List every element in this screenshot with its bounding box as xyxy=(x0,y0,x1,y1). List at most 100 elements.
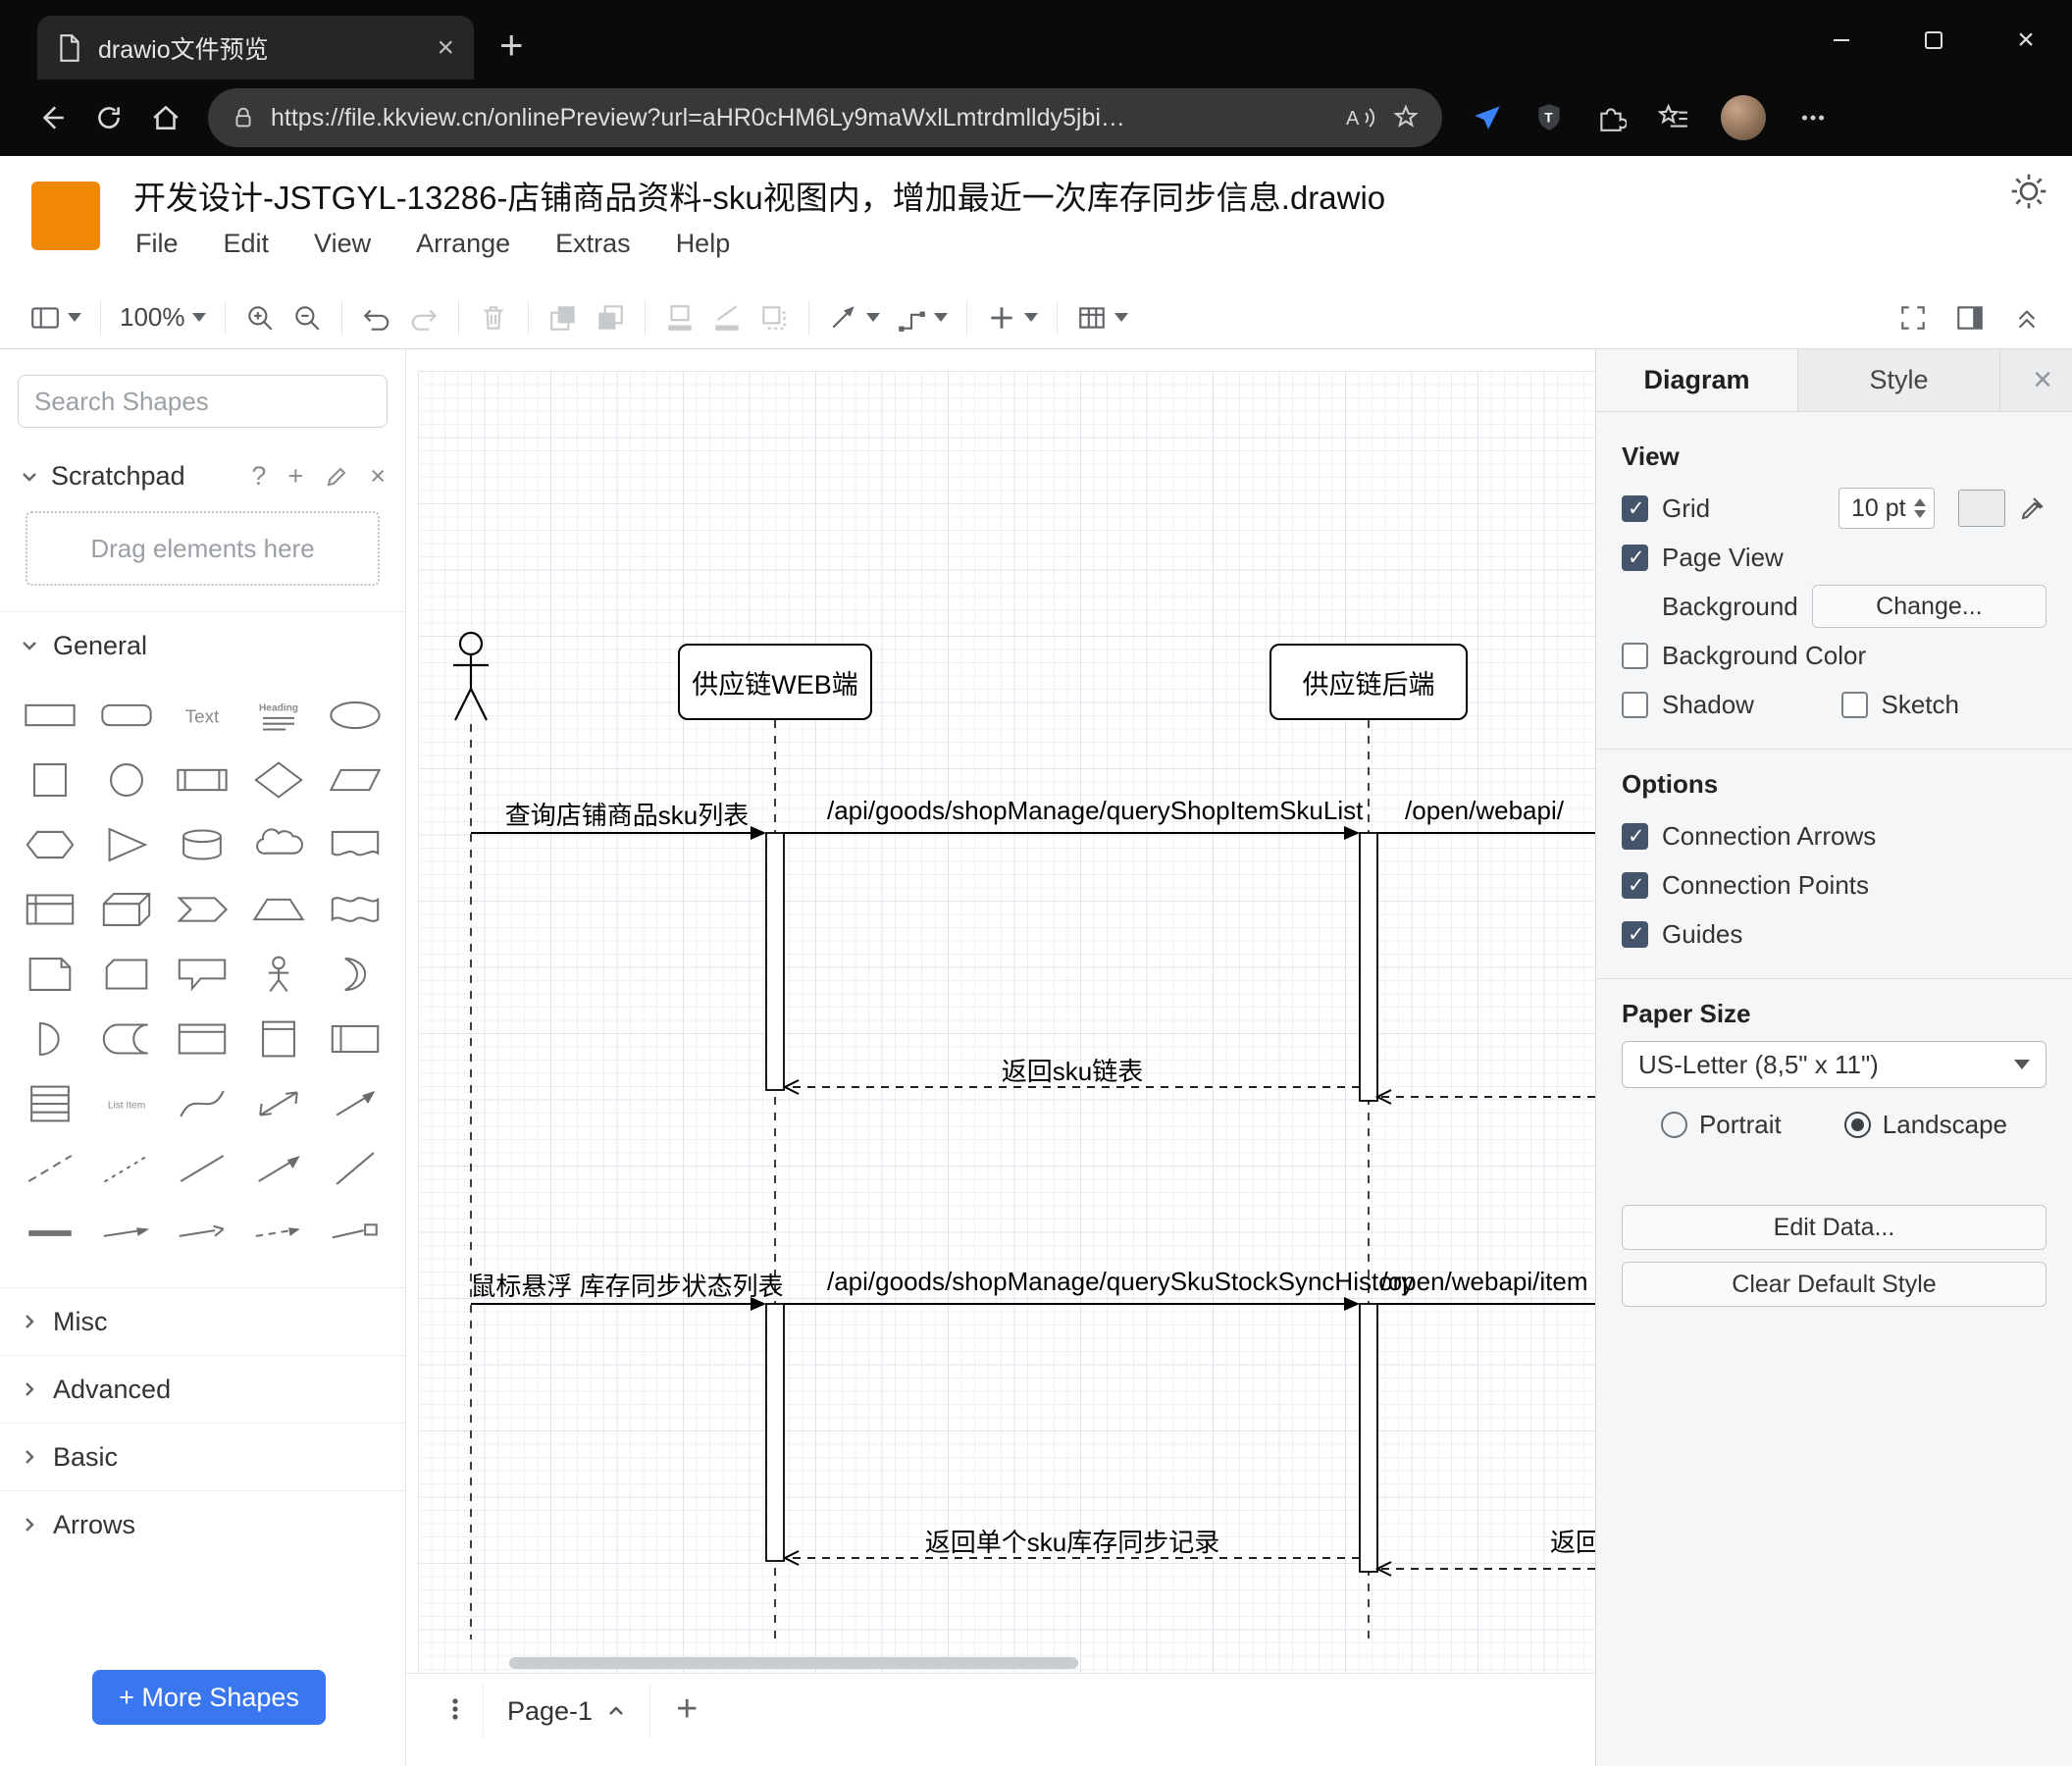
refresh-icon[interactable] xyxy=(80,89,137,146)
tab-style[interactable]: Style xyxy=(1798,349,2000,411)
section-arrows[interactable]: Arrows xyxy=(0,1491,405,1558)
menu-file[interactable]: File xyxy=(135,229,179,259)
shape-dashed-line[interactable] xyxy=(12,1136,88,1201)
favorites-hub-icon[interactable] xyxy=(1658,102,1689,133)
shape-data-storage[interactable] xyxy=(88,1007,165,1071)
change-background-button[interactable]: Change... xyxy=(1811,585,2046,628)
zoom-in-button[interactable] xyxy=(238,294,282,341)
shape-internal-storage[interactable] xyxy=(12,877,88,942)
shape-cloud[interactable] xyxy=(240,812,317,877)
section-advanced[interactable]: Advanced xyxy=(0,1356,405,1423)
horizontal-scrollbar[interactable] xyxy=(509,1657,1078,1669)
shape-or[interactable] xyxy=(317,942,393,1007)
page-view-checkbox[interactable] xyxy=(1622,544,1648,571)
window-minimize-button[interactable] xyxy=(1795,0,1888,79)
clear-default-style-button[interactable]: Clear Default Style xyxy=(1622,1262,2046,1307)
view-panels-button[interactable] xyxy=(24,294,87,341)
shape-actor[interactable] xyxy=(240,942,317,1007)
background-color-checkbox[interactable] xyxy=(1622,642,1648,669)
landscape-radio-option[interactable]: Landscape xyxy=(1843,1110,2007,1140)
shape-square[interactable] xyxy=(12,748,88,812)
home-icon[interactable] xyxy=(137,89,194,146)
shape-callout[interactable] xyxy=(165,942,241,1007)
lifeline-box-supply-chain-backend[interactable]: 供应链后端 xyxy=(1269,644,1468,720)
connection-style-dropdown[interactable] xyxy=(822,294,886,341)
shape-circle[interactable] xyxy=(88,748,165,812)
scratchpad-edit-icon[interactable] xyxy=(325,465,348,489)
grid-size-stepper[interactable] xyxy=(1914,498,1926,518)
shape-container[interactable] xyxy=(165,1007,241,1071)
shape-arrow-ne[interactable] xyxy=(240,1136,317,1201)
shape-hexagon[interactable] xyxy=(12,812,88,877)
insert-dropdown[interactable] xyxy=(980,294,1044,341)
section-misc[interactable]: Misc xyxy=(0,1288,405,1355)
message-label-api-query-shop-item-sku-list[interactable]: /api/goods/shopManage/queryShopItemSkuLi… xyxy=(827,796,1363,826)
search-input[interactable] xyxy=(34,386,363,417)
more-shapes-button[interactable]: + More Shapes xyxy=(92,1670,326,1725)
scratchpad-help-icon[interactable]: ? xyxy=(251,461,266,492)
zoom-out-button[interactable] xyxy=(285,294,329,341)
page-tab[interactable]: Page-1 xyxy=(483,1684,651,1739)
shape-directional-connector[interactable] xyxy=(165,1201,241,1266)
message-label-open-webapi-item[interactable]: /open/webapi/item xyxy=(1379,1267,1589,1297)
message-label-query-sku-list[interactable]: 查询店铺商品sku列表 xyxy=(480,796,774,832)
portrait-radio[interactable] xyxy=(1660,1112,1687,1138)
extensions-puzzle-icon[interactable] xyxy=(1595,102,1627,133)
message-label-hover-stock-sync[interactable]: 鼠标悬浮 库存同步状态列表 xyxy=(470,1267,784,1303)
browser-tab[interactable]: drawio文件预览 × xyxy=(37,16,474,79)
zoom-level-dropdown[interactable]: 100% xyxy=(114,294,212,341)
menu-arrange[interactable]: Arrange xyxy=(416,229,510,259)
theme-toggle-sun-icon[interactable] xyxy=(2009,172,2048,211)
shadow-button[interactable] xyxy=(752,294,796,341)
return-label-sku-list[interactable]: 返回sku链表 xyxy=(827,1052,1318,1088)
shape-card[interactable] xyxy=(88,942,165,1007)
shape-document[interactable] xyxy=(317,812,393,877)
shape-text[interactable]: Text xyxy=(165,683,241,748)
back-icon[interactable] xyxy=(24,89,80,146)
shape-parallelogram[interactable] xyxy=(317,748,393,812)
shape-arrow[interactable] xyxy=(317,1071,393,1136)
shape-bold-line[interactable] xyxy=(12,1201,88,1266)
lock-icon[interactable] xyxy=(230,104,257,131)
shape-ellipse[interactable] xyxy=(317,683,393,748)
tab-diagram[interactable]: Diagram xyxy=(1596,349,1798,411)
shape-cylinder[interactable] xyxy=(165,812,241,877)
delete-button[interactable] xyxy=(472,294,515,341)
to-front-button[interactable] xyxy=(542,294,585,341)
shape-dotted-line[interactable] xyxy=(88,1136,165,1201)
shape-heading[interactable]: Heading xyxy=(240,683,317,748)
favorite-star-icon[interactable] xyxy=(1391,103,1421,132)
connection-points-checkbox[interactable] xyxy=(1622,871,1648,899)
window-maximize-button[interactable] xyxy=(1888,0,1980,79)
shadow-checkbox[interactable] xyxy=(1622,691,1648,718)
grid-color-swatch[interactable] xyxy=(1958,490,2005,527)
menu-view[interactable]: View xyxy=(314,229,371,259)
grid-checkbox[interactable] xyxy=(1622,494,1648,522)
shape-link[interactable] xyxy=(88,1201,165,1266)
message-label-open-webapi[interactable]: /open/webapi/ xyxy=(1379,796,1589,826)
scratchpad-close-icon[interactable]: × xyxy=(370,461,386,492)
sketch-checkbox[interactable] xyxy=(1840,691,1868,718)
new-tab-button[interactable]: + xyxy=(499,25,524,66)
shape-process[interactable] xyxy=(165,748,241,812)
shape-search[interactable] xyxy=(18,375,388,428)
fill-color-button[interactable] xyxy=(658,294,701,341)
profile-avatar[interactable] xyxy=(1721,95,1766,140)
return-label-clipped[interactable]: 返回 xyxy=(1550,1523,1595,1559)
scratchpad-add-icon[interactable]: + xyxy=(287,461,303,492)
format-panel-toggle-button[interactable] xyxy=(1948,294,1992,341)
shape-note[interactable] xyxy=(12,942,88,1007)
pages-menu-icon[interactable] xyxy=(432,1684,479,1735)
fullscreen-button[interactable] xyxy=(1891,294,1935,341)
browser-menu-icon[interactable] xyxy=(1797,102,1829,133)
edit-data-button[interactable]: Edit Data... xyxy=(1622,1205,2046,1250)
scratchpad-header[interactable]: Scratchpad ? + × xyxy=(0,461,405,492)
shape-dashed-connector[interactable] xyxy=(240,1201,317,1266)
extension-shield-icon[interactable]: T xyxy=(1534,102,1564,133)
return-label-single-sku-sync-record[interactable]: 返回单个sku库存同步记录 xyxy=(827,1523,1318,1559)
collapse-toolbar-button[interactable] xyxy=(2005,294,2048,341)
read-aloud-icon[interactable]: A xyxy=(1344,103,1377,132)
shape-rounded-rectangle[interactable] xyxy=(88,683,165,748)
line-color-button[interactable] xyxy=(705,294,749,341)
shape-step[interactable] xyxy=(165,877,241,942)
